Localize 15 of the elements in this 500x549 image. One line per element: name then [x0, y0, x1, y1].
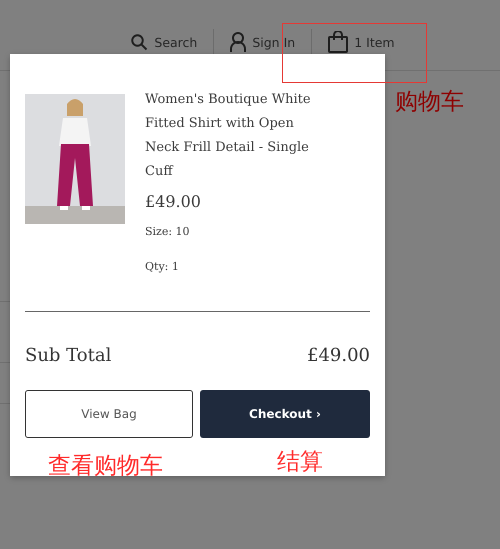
search-link[interactable]: Search	[114, 29, 214, 55]
view-bag-button[interactable]: View Bag	[25, 390, 193, 438]
product-quantity: Qty: 1	[145, 260, 180, 273]
annotation-label: 结算	[277, 448, 323, 477]
product-price: £49.00	[145, 192, 202, 211]
product-size: Size: 10	[145, 225, 191, 238]
subtotal-value: £49.00	[307, 345, 370, 366]
annotation-label: 查看购物车	[48, 452, 163, 481]
annotation-label: 购物车	[395, 88, 464, 117]
search-icon	[130, 33, 148, 51]
person-icon	[230, 32, 246, 52]
checkout-button[interactable]: Checkout ›	[200, 390, 370, 438]
bag-icon	[328, 31, 348, 53]
subtotal-label: Sub Total	[25, 345, 112, 366]
product-name[interactable]: Women's Boutique White Fitted Shirt with Open Neck Frill Detail - Single Cuff	[145, 88, 323, 184]
